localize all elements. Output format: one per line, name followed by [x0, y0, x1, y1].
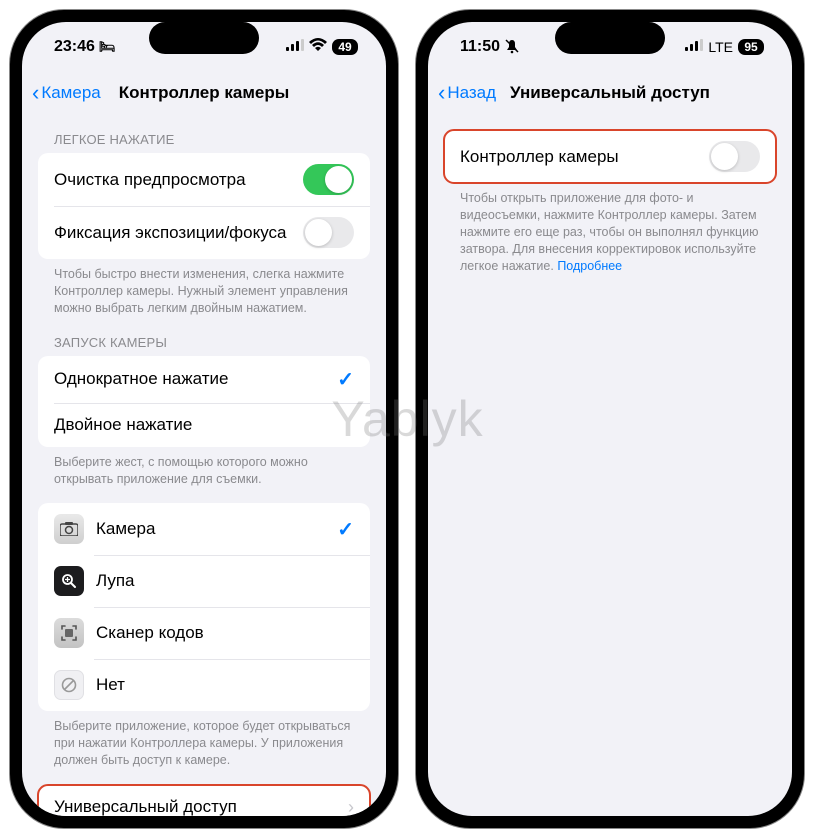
- silent-icon: [504, 38, 520, 57]
- section-footer-apps: Выберите приложение, которое будет откры…: [38, 711, 370, 769]
- back-label: Назад: [447, 83, 496, 103]
- section-footer-controller: Чтобы открыть приложение для фото- и вид…: [444, 183, 776, 274]
- row-label: Фиксация экспозиции/фокуса: [54, 223, 303, 243]
- row-label: Сканер кодов: [96, 623, 354, 643]
- back-button[interactable]: ‹ Назад: [438, 82, 496, 104]
- group-light-press: Очистка предпросмотра Фиксация экспозици…: [38, 153, 370, 259]
- content-scroll[interactable]: Контроллер камеры Чтобы открыть приложен…: [428, 114, 792, 816]
- toggle-clear-preview[interactable]: [303, 164, 354, 195]
- signal-icon: [286, 38, 304, 56]
- section-footer-light-press: Чтобы быстро внести изменения, слегка на…: [38, 259, 370, 317]
- toggle-camera-controller[interactable]: [709, 141, 760, 172]
- group-camera-controller: Контроллер камеры: [444, 130, 776, 183]
- bed-icon: 🛏: [99, 39, 116, 55]
- chevron-left-icon: ‹: [438, 82, 445, 104]
- battery-badge: 49: [332, 39, 358, 55]
- row-accessibility[interactable]: Универсальный доступ ›: [38, 785, 370, 816]
- group-accessibility: Универсальный доступ ›: [38, 785, 370, 816]
- section-footer-launch: Выберите жест, с помощью которого можно …: [38, 447, 370, 488]
- back-label: Камера: [41, 83, 100, 103]
- row-app-none[interactable]: Нет: [38, 659, 370, 711]
- row-label: Очистка предпросмотра: [54, 170, 303, 190]
- row-label: Двойное нажатие: [54, 415, 354, 435]
- screen-right: 11:50 LTE 95 ‹ Назад Универсальный досту…: [428, 22, 792, 816]
- section-header-light-press: ЛЕГКОЕ НАЖАТИЕ: [38, 114, 370, 153]
- row-label: Лупа: [96, 571, 354, 591]
- lte-label: LTE: [708, 39, 733, 55]
- chevron-right-icon: ›: [348, 797, 354, 817]
- toggle-lock-exposure[interactable]: [303, 217, 354, 248]
- magnifier-icon: [54, 566, 84, 596]
- dynamic-island: [555, 22, 665, 54]
- nav-bar: ‹ Камера Контроллер камеры: [22, 72, 386, 114]
- row-label: Однократное нажатие: [54, 369, 337, 389]
- camera-icon: [54, 514, 84, 544]
- wifi-icon: [309, 38, 327, 56]
- phone-left: 23:46 🛏 49 ‹ Камера Контроллер камеры: [10, 10, 398, 828]
- status-time: 23:46: [54, 38, 95, 56]
- row-label: Нет: [96, 675, 354, 695]
- dynamic-island: [149, 22, 259, 54]
- row-app-camera[interactable]: Камера ✓: [38, 503, 370, 555]
- chevron-left-icon: ‹: [32, 82, 39, 104]
- back-button[interactable]: ‹ Камера: [32, 82, 101, 104]
- nav-bar: ‹ Назад Универсальный доступ: [428, 72, 792, 114]
- row-label: Универсальный доступ: [54, 797, 348, 816]
- group-apps: Камера ✓ Лупа Сканер кодов: [38, 503, 370, 711]
- group-launch: Однократное нажатие ✓ Двойное нажатие: [38, 356, 370, 447]
- section-header-launch: ЗАПУСК КАМЕРЫ: [38, 317, 370, 356]
- more-link[interactable]: Подробнее: [557, 259, 622, 273]
- checkmark-icon: ✓: [337, 517, 354, 542]
- phone-right: 11:50 LTE 95 ‹ Назад Универсальный досту…: [416, 10, 804, 828]
- content-scroll[interactable]: ЛЕГКОЕ НАЖАТИЕ Очистка предпросмотра Фик…: [22, 114, 386, 816]
- row-app-magnifier[interactable]: Лупа: [38, 555, 370, 607]
- battery-badge: 95: [738, 39, 764, 55]
- signal-icon: [685, 38, 703, 56]
- checkmark-icon: ✓: [337, 367, 354, 392]
- qr-scanner-icon: [54, 618, 84, 648]
- row-single-press[interactable]: Однократное нажатие ✓: [38, 356, 370, 403]
- screen-left: 23:46 🛏 49 ‹ Камера Контроллер камеры: [22, 22, 386, 816]
- row-app-scanner[interactable]: Сканер кодов: [38, 607, 370, 659]
- status-time: 11:50: [460, 38, 500, 56]
- row-clear-preview[interactable]: Очистка предпросмотра: [38, 153, 370, 206]
- row-label: Камера: [96, 519, 337, 539]
- none-icon: [54, 670, 84, 700]
- row-lock-exposure[interactable]: Фиксация экспозиции/фокуса: [38, 206, 370, 259]
- row-label: Контроллер камеры: [460, 147, 709, 167]
- row-camera-controller[interactable]: Контроллер камеры: [444, 130, 776, 183]
- row-double-press[interactable]: Двойное нажатие: [38, 403, 370, 447]
